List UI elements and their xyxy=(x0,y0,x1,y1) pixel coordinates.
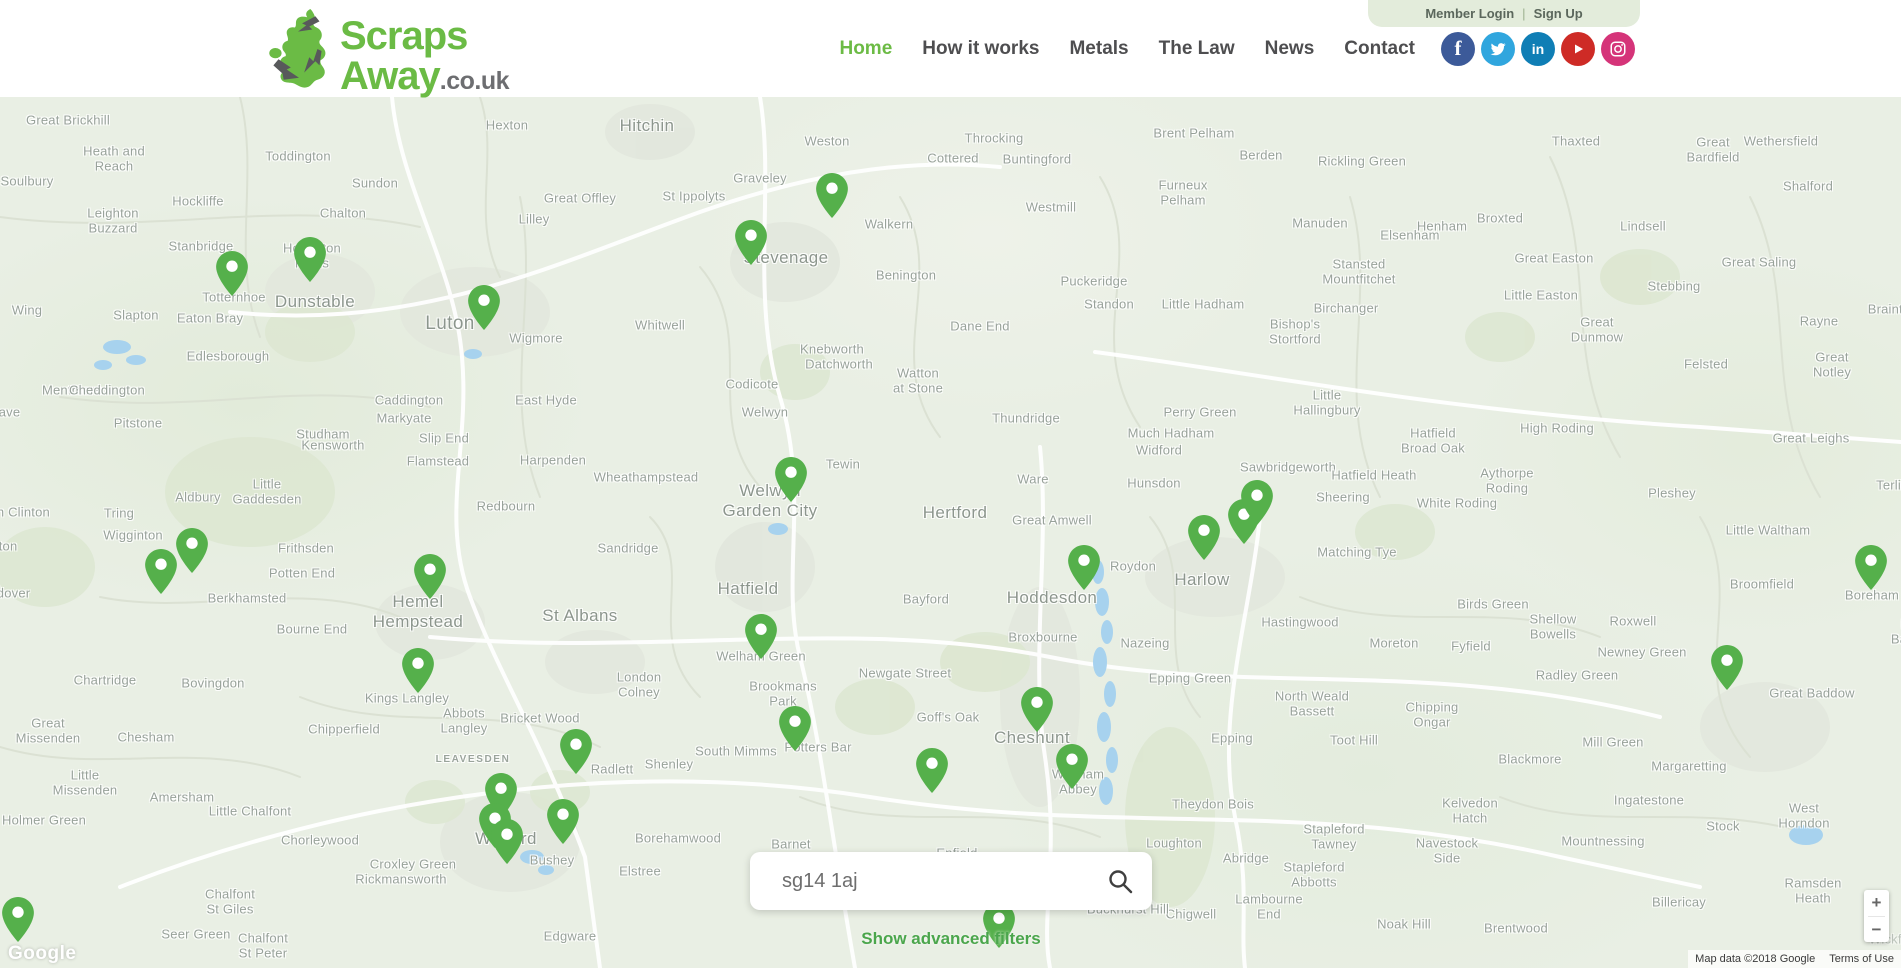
map-pin[interactable] xyxy=(1241,480,1273,525)
map-pin[interactable] xyxy=(745,614,777,659)
member-login-link[interactable]: Member Login xyxy=(1425,6,1514,21)
map-pin[interactable] xyxy=(547,799,579,844)
logo-word-scraps: Scraps xyxy=(340,16,467,56)
page: Great BrickhillHeath and ReachSoulburyHo… xyxy=(0,0,1901,968)
linkedin-icon[interactable]: in xyxy=(1521,32,1555,66)
map-pin[interactable] xyxy=(414,554,446,599)
search-icon xyxy=(1107,868,1134,895)
map-pin[interactable] xyxy=(491,819,523,864)
instagram-icon[interactable] xyxy=(1601,32,1635,66)
search-button[interactable] xyxy=(1099,868,1152,895)
main-nav: Home How it works Metals The Law News Contact xyxy=(839,0,1415,97)
map-canvas[interactable]: Great BrickhillHeath and ReachSoulburyHo… xyxy=(0,97,1901,968)
map-pin[interactable] xyxy=(1021,687,1053,732)
show-advanced-filters-link[interactable]: Show advanced filters xyxy=(861,929,1041,948)
postcode-search-box xyxy=(750,852,1152,910)
map-pin[interactable] xyxy=(816,173,848,218)
google-logo[interactable]: Google xyxy=(8,943,76,965)
map-pin[interactable] xyxy=(216,251,248,296)
terms-of-use-link[interactable]: Terms of Use xyxy=(1822,950,1901,968)
map-pin[interactable] xyxy=(775,457,807,502)
logo-tld: .co.uk xyxy=(440,69,509,94)
map-pin[interactable] xyxy=(1056,744,1088,789)
sign-up-link[interactable]: Sign Up xyxy=(1534,6,1583,21)
logo-word-away: Away xyxy=(340,56,440,96)
map-pin[interactable] xyxy=(176,528,208,573)
nav-item-home[interactable]: Home xyxy=(839,38,892,60)
map-pin[interactable] xyxy=(735,220,767,265)
map-pin[interactable] xyxy=(294,237,326,282)
map-pin[interactable] xyxy=(1068,545,1100,590)
map-pin[interactable] xyxy=(560,729,592,774)
zoom-in-button[interactable]: + xyxy=(1864,890,1889,916)
nav-item-the-law[interactable]: The Law xyxy=(1159,38,1235,60)
map-pin[interactable] xyxy=(2,897,34,942)
map-pin[interactable] xyxy=(402,648,434,693)
twitter-icon[interactable] xyxy=(1481,32,1515,66)
map-pin[interactable] xyxy=(779,706,811,751)
map-pin[interactable] xyxy=(1711,645,1743,690)
site-logo[interactable]: Scraps Away.co.uk xyxy=(266,8,509,96)
zoom-out-button[interactable]: − xyxy=(1864,917,1889,943)
nav-item-how-it-works[interactable]: How it works xyxy=(922,38,1039,60)
map-terrain xyxy=(0,97,1901,968)
map-pin[interactable] xyxy=(468,285,500,330)
postcode-search-input[interactable] xyxy=(750,870,1099,893)
map-pin[interactable] xyxy=(145,549,177,594)
nav-item-metals[interactable]: Metals xyxy=(1069,38,1128,60)
map-pin[interactable] xyxy=(1188,515,1220,560)
logo-wordmark: Scraps Away.co.uk xyxy=(340,8,509,96)
nav-item-contact[interactable]: Contact xyxy=(1344,38,1415,60)
map-pin[interactable] xyxy=(916,748,948,793)
uk-map-recycle-icon xyxy=(266,8,332,90)
facebook-icon[interactable]: f xyxy=(1441,32,1475,66)
topbar: Member Login | Sign Up xyxy=(1368,0,1640,27)
map-data-text: Map data ©2018 Google xyxy=(1688,950,1822,968)
map-attribution: Map data ©2018 Google Terms of Use xyxy=(1688,950,1901,968)
site-header: Scraps Away.co.uk Home How it works Metals… xyxy=(0,0,1901,97)
map-zoom-control: + − xyxy=(1864,890,1889,942)
youtube-icon[interactable] xyxy=(1561,32,1595,66)
map-pin[interactable] xyxy=(1855,545,1887,590)
nav-item-news[interactable]: News xyxy=(1265,38,1315,60)
topbar-separator: | xyxy=(1522,6,1525,21)
